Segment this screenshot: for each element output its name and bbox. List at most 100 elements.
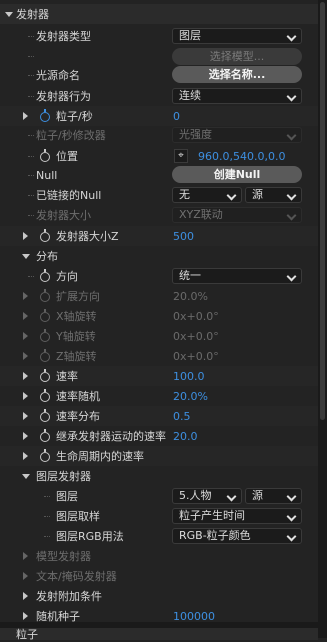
expand-arrow-icon[interactable]	[23, 592, 28, 600]
chevron-down-icon	[286, 491, 297, 502]
row-inherit-velocity: 继承发射器运动的速率 20.0	[0, 426, 318, 446]
expand-arrow-icon[interactable]	[22, 474, 30, 479]
linked-null-label: 已链接的Null	[36, 189, 102, 202]
emitter-size-label: 发射器大小	[36, 209, 91, 222]
position-value[interactable]: 960.0,540.0,0.0	[198, 150, 285, 163]
expand-arrow-icon[interactable]	[23, 552, 28, 560]
row-velocity-distribution: 速率分布 0.5	[0, 406, 318, 426]
row-velocity-random: 速率随机 20.0%	[0, 386, 318, 406]
model-emitter-label: 模型发射器	[36, 550, 91, 563]
create-null-button[interactable]: 创建Null	[172, 166, 302, 183]
layer-sampling-label: 图层取样	[56, 510, 100, 523]
emitter-size-select[interactable]: XYZ联动	[172, 207, 302, 223]
particles-per-sec-label: 粒子/秒	[56, 110, 93, 123]
particles-per-sec-value[interactable]: 0	[173, 110, 180, 123]
row-text-mask-emitter[interactable]: 文本/掩码发射器	[0, 566, 318, 586]
chevron-down-icon	[286, 531, 297, 542]
velocity-random-value[interactable]: 20.0%	[173, 390, 208, 403]
x-rotation-label: X轴旋转	[56, 310, 97, 323]
row-distribution[interactable]: 分布	[0, 246, 318, 266]
y-rotation-value[interactable]: 0x+0.0°	[173, 330, 219, 343]
emitter-size-z-value[interactable]: 500	[173, 230, 194, 243]
emit-conditions-label: 发射附加条件	[36, 590, 102, 603]
lifetime-velocity-label: 生命周期内的速率	[56, 450, 144, 463]
emitter-behavior-select[interactable]: 连续	[172, 88, 302, 104]
section-particle[interactable]: 粒子	[0, 628, 318, 641]
expand-arrow-icon[interactable]	[23, 572, 28, 580]
layer-rgb-select[interactable]: RGB-粒子颜色	[172, 528, 302, 544]
linked-null-select[interactable]: 无	[172, 187, 242, 203]
inherit-velocity-label: 继承发射器运动的速率	[56, 430, 166, 443]
stopwatch-icon[interactable]	[40, 369, 50, 382]
expand-arrow-icon[interactable]	[23, 232, 28, 240]
layer-source-select[interactable]: 源	[245, 488, 302, 504]
row-y-rotation: Y轴旋转 0x+0.0°	[0, 326, 318, 346]
stopwatch-icon[interactable]	[40, 429, 50, 442]
null-label: Null	[36, 168, 58, 182]
y-rotation-label: Y轴旋转	[56, 330, 96, 343]
scrollbar-thumb[interactable]	[320, 2, 325, 420]
row-emit-conditions[interactable]: 发射附加条件	[0, 586, 318, 606]
stopwatch-icon[interactable]	[40, 349, 50, 362]
linked-null-source-select[interactable]: 源	[245, 187, 302, 203]
row-emitter-type: 发射器类型 图层	[0, 26, 318, 46]
stopwatch-icon[interactable]	[40, 389, 50, 402]
pps-modifier-select[interactable]: 光强度	[172, 127, 302, 143]
x-rotation-value[interactable]: 0x+0.0°	[173, 310, 219, 323]
position-label: 位置	[56, 150, 78, 163]
expand-arrow-icon[interactable]	[23, 372, 28, 380]
choose-model-button[interactable]: 选择模型...	[172, 48, 302, 65]
direction-label: 方向	[56, 270, 78, 283]
row-position: 位置 ⌖ 960.0,540.0,0.0	[0, 146, 318, 166]
z-rotation-label: Z轴旋转	[56, 350, 97, 363]
expand-arrow-icon[interactable]	[23, 292, 28, 300]
velocity-value[interactable]: 100.0	[173, 370, 205, 383]
expand-arrow-icon[interactable]	[23, 352, 28, 360]
choose-name-button[interactable]: 选择名称...	[172, 66, 302, 83]
row-spread: 扩展方向 20.0%	[0, 286, 318, 306]
row-layer: 图层 5.人物 源	[0, 486, 318, 506]
random-seed-value[interactable]: 100000	[173, 610, 215, 623]
stopwatch-icon[interactable]	[40, 149, 50, 162]
row-layer-rgb: 图层RGB用法 RGB-粒子颜色	[0, 526, 318, 546]
z-rotation-value[interactable]: 0x+0.0°	[173, 350, 219, 363]
stopwatch-icon[interactable]	[40, 269, 50, 282]
expand-arrow-icon[interactable]	[23, 452, 28, 460]
emitter-behavior-label: 发射器行为	[36, 90, 91, 103]
chevron-down-icon	[286, 271, 297, 282]
stopwatch-icon[interactable]	[40, 449, 50, 462]
expand-arrow-icon[interactable]	[23, 612, 28, 620]
expand-arrow-icon[interactable]	[23, 312, 28, 320]
expand-arrow-icon[interactable]	[23, 392, 28, 400]
velocity-distribution-value[interactable]: 0.5	[173, 410, 191, 423]
expand-arrow-icon[interactable]	[23, 332, 28, 340]
stopwatch-icon[interactable]	[40, 409, 50, 422]
stopwatch-icon[interactable]	[40, 289, 50, 302]
row-layer-sampling: 图层取样 粒子产生时间	[0, 506, 318, 526]
layer-sampling-select[interactable]: 粒子产生时间	[172, 508, 302, 524]
row-emitter-size: 发射器大小 XYZ联动	[0, 205, 318, 225]
inherit-velocity-value[interactable]: 20.0	[173, 430, 198, 443]
chevron-down-icon	[286, 210, 297, 221]
row-layer-emitter[interactable]: 图层发射器	[0, 466, 318, 486]
expand-arrow-icon[interactable]	[22, 254, 30, 259]
stopwatch-icon[interactable]	[40, 229, 50, 242]
expand-arrow-icon[interactable]	[23, 412, 28, 420]
layer-select[interactable]: 5.人物	[172, 488, 242, 504]
velocity-distribution-label: 速率分布	[56, 410, 100, 423]
crosshair-icon[interactable]: ⌖	[174, 149, 188, 163]
row-model-emitter[interactable]: 模型发射器	[0, 546, 318, 566]
section-emitter[interactable]: 发射器	[0, 4, 318, 24]
expand-arrow-icon[interactable]	[23, 432, 28, 440]
emitter-type-select[interactable]: 图层	[172, 28, 302, 44]
stopwatch-icon[interactable]	[40, 309, 50, 322]
spread-value[interactable]: 20.0%	[173, 290, 208, 303]
row-emitter-size-z: 发射器大小Z 500	[0, 226, 318, 246]
stopwatch-icon[interactable]	[40, 329, 50, 342]
expand-arrow-icon[interactable]	[5, 12, 13, 17]
row-z-rotation: Z轴旋转 0x+0.0°	[0, 346, 318, 366]
expand-arrow-icon[interactable]	[23, 112, 28, 120]
direction-select[interactable]: 统一	[172, 268, 302, 284]
chevron-down-icon	[286, 511, 297, 522]
stopwatch-icon[interactable]	[40, 109, 50, 122]
